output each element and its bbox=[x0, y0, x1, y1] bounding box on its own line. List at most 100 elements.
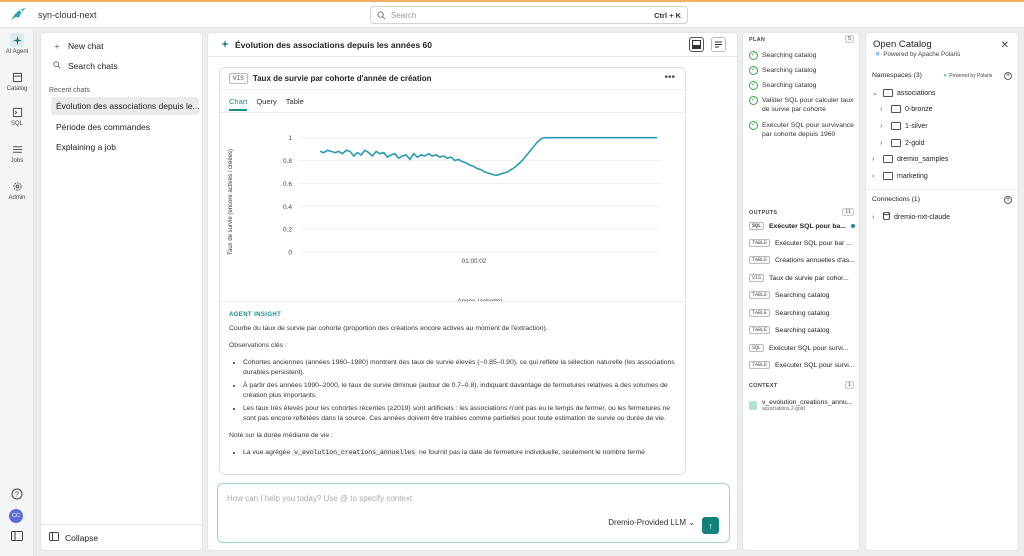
y-tick-label: 1 bbox=[288, 135, 292, 142]
tree-label: marketing bbox=[897, 172, 928, 180]
nav-label: Jobs bbox=[10, 158, 24, 164]
chevron-right-icon: › bbox=[872, 172, 875, 180]
help-icon[interactable]: ? bbox=[11, 488, 23, 502]
output-item[interactable]: TABLE Searching catalog bbox=[749, 323, 861, 337]
nav-jobs[interactable]: Jobs bbox=[0, 142, 34, 164]
catalog-divider bbox=[866, 189, 1018, 190]
chat-item[interactable]: Évolution des associations depuis le... bbox=[51, 97, 199, 115]
note-list: La vue agrégée v_evolution_creations_ann… bbox=[229, 448, 677, 458]
plan-panel: PLAN 5 ✓ Searching catalog ✓ Searching cat… bbox=[742, 32, 860, 551]
add-namespace-icon[interactable]: + bbox=[1004, 72, 1012, 80]
output-item[interactable]: TABLE Exécuter SQL pour survi... bbox=[749, 358, 861, 372]
output-item[interactable]: TABLE Searching catalog bbox=[749, 306, 861, 320]
database-icon bbox=[883, 211, 890, 222]
dremio-logo-icon[interactable] bbox=[6, 3, 30, 27]
chat-item[interactable]: Explaining a job bbox=[51, 138, 199, 156]
check-icon: ✓ bbox=[749, 51, 758, 60]
plan-step: ✓ Searching catalog bbox=[749, 51, 859, 60]
collapse-button[interactable]: Collapse bbox=[41, 524, 202, 550]
check-icon: ✓ bbox=[749, 66, 758, 75]
tab-divider bbox=[220, 112, 685, 113]
plan-step-label: Searching catalog bbox=[762, 82, 817, 89]
top-bar: syn-cloud-next Search Ctrl + K bbox=[0, 2, 1024, 28]
message-composer[interactable]: How can I help you today? Use @ to speci… bbox=[217, 483, 730, 543]
tree-node-1-silver[interactable]: › 1-silver bbox=[880, 122, 928, 130]
output-label: Exécuter SQL pour survi... bbox=[769, 344, 849, 352]
add-connection-icon[interactable]: + bbox=[1004, 196, 1012, 204]
view-icon bbox=[749, 401, 757, 410]
tree-node-2-gold[interactable]: › 2-gold bbox=[880, 139, 924, 147]
output-item[interactable]: TABLE Searching catalog bbox=[749, 288, 861, 302]
powered-by-polaris: ✕ Powered by Polaris bbox=[943, 73, 992, 79]
nav-sql[interactable]: SQL bbox=[0, 105, 34, 127]
namespaces-heading: Namespaces (3) bbox=[872, 72, 922, 79]
nav-label: AI Agent bbox=[5, 49, 29, 55]
tree-node-dremio-samples[interactable]: › dremio_samples bbox=[872, 155, 948, 163]
output-tag: TABLE bbox=[749, 309, 771, 317]
output-item[interactable]: TABLE Créations annuelles d'as... bbox=[749, 253, 861, 267]
search-chats-button[interactable]: Search chats bbox=[51, 61, 118, 71]
connections-heading: Connections (1) bbox=[872, 196, 920, 203]
nav-admin[interactable]: Admin bbox=[0, 179, 34, 201]
output-item[interactable]: SQL Exécuter SQL pour survi... bbox=[749, 341, 861, 355]
sql-icon bbox=[10, 105, 24, 119]
y-tick-label: 0.2 bbox=[283, 227, 292, 234]
task-list-button[interactable] bbox=[711, 37, 726, 52]
context-item[interactable]: v_evolution_creations_annu... associatio… bbox=[749, 399, 857, 412]
collapse-icon bbox=[49, 532, 59, 543]
polaris-icon: ✕ bbox=[875, 51, 881, 58]
catalog-title: Open Catalog bbox=[873, 39, 932, 50]
chevron-right-icon: › bbox=[880, 105, 883, 113]
nav-catalog[interactable]: Catalog bbox=[0, 70, 34, 92]
check-icon: ✓ bbox=[749, 121, 758, 130]
tab-query[interactable]: Query bbox=[256, 97, 276, 111]
tree-node-0-bronze[interactable]: › 0-bronze bbox=[880, 105, 933, 113]
tree-label: 1-silver bbox=[905, 122, 928, 130]
close-icon[interactable]: ✕ bbox=[1001, 40, 1009, 51]
search-shortcut: Ctrl + K bbox=[654, 10, 681, 20]
new-chat-label: New chat bbox=[68, 41, 104, 51]
avatar[interactable]: CC bbox=[9, 509, 23, 523]
sidebar-toggle-icon[interactable] bbox=[11, 531, 23, 543]
output-item[interactable]: VIS Taux de survie par cohor... bbox=[749, 271, 861, 285]
output-label: Créations annuelles d'as... bbox=[775, 256, 855, 264]
card-tabs: Chart Query Table bbox=[229, 97, 313, 111]
outputs-count: 11 bbox=[842, 208, 854, 216]
context-heading: CONTEXT bbox=[749, 383, 778, 389]
more-options-icon[interactable]: ••• bbox=[664, 72, 675, 83]
nav-ai-agent[interactable]: AI Agent bbox=[0, 33, 34, 55]
tab-chart[interactable]: Chart bbox=[229, 97, 248, 111]
output-tag: TABLE bbox=[749, 291, 771, 299]
chat-item[interactable]: Période des commandes bbox=[51, 118, 199, 136]
output-item[interactable]: SQL Exécuter SQL pour ba... bbox=[749, 219, 861, 233]
search-placeholder: Search bbox=[391, 10, 417, 20]
model-selector[interactable]: Dremio-Provided LLM ⌄ bbox=[608, 518, 695, 527]
output-label: Exécuter SQL pour ba... bbox=[769, 222, 846, 230]
context-count: 1 bbox=[844, 381, 854, 389]
nav-label: Admin bbox=[8, 195, 26, 201]
tree-node-marketing[interactable]: › marketing bbox=[872, 172, 928, 180]
panel-toggle-button[interactable] bbox=[689, 37, 704, 52]
plan-step-label: Searching catalog bbox=[762, 67, 817, 74]
folder-icon bbox=[883, 155, 893, 163]
global-search-input[interactable]: Search Ctrl + K bbox=[370, 6, 688, 24]
catalog-subtitle: ✕ Powered by Apache Polaris bbox=[875, 51, 960, 58]
output-tag: TABLE bbox=[749, 361, 771, 369]
output-label: Searching catalog bbox=[775, 326, 830, 334]
chart-svg: 10.80.60.40.2001:00:02Année (cohorte)Tau… bbox=[228, 135, 660, 305]
tree-node-associations[interactable]: ⌄ associations bbox=[872, 89, 936, 97]
send-button[interactable]: ↑ bbox=[702, 517, 719, 534]
main-chat-area: Évolution des associations depuis les an… bbox=[207, 32, 738, 551]
tab-table[interactable]: Table bbox=[286, 97, 304, 111]
visualization-card: VIS Taux de survie par cohorte d'année d… bbox=[219, 67, 686, 475]
card-header: VIS Taux de survie par cohorte d'année d… bbox=[220, 68, 685, 90]
chevron-right-icon: › bbox=[872, 155, 875, 163]
project-name[interactable]: syn-cloud-next bbox=[38, 10, 97, 20]
new-chat-button[interactable]: + New chat bbox=[51, 41, 104, 51]
note-pre: La vue agrégée bbox=[243, 449, 291, 456]
output-tag: VIS bbox=[749, 274, 765, 282]
output-item[interactable]: TABLE Exécuter SQL pour bar ... bbox=[749, 236, 861, 250]
connection-item[interactable]: › dremio-nxt-claude bbox=[872, 211, 950, 222]
card-title: Taux de survie par cohorte d'année de cr… bbox=[252, 74, 432, 83]
plan-step-label: Exécuter SQL pour survivance par cohorte… bbox=[762, 122, 854, 138]
